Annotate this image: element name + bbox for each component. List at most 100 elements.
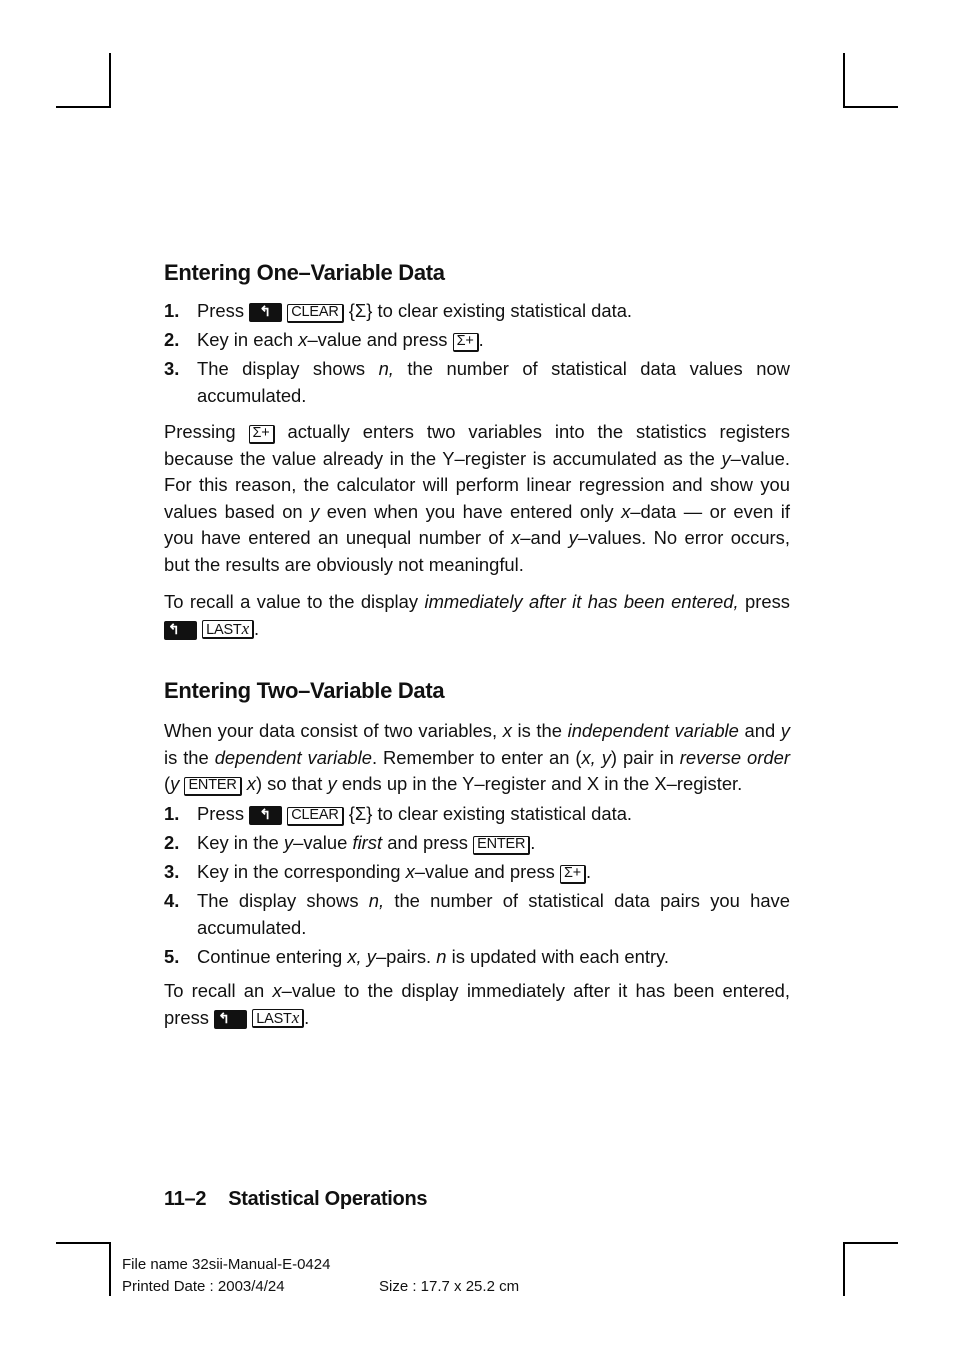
- text: –value to the display immediately after …: [281, 980, 791, 1001]
- one-variable-steps: 1. Press ↰ CLEAR {Σ} to clear existing s…: [164, 298, 790, 412]
- paragraph: To recall a value to the display immedia…: [164, 589, 790, 616]
- crop-mark-bottom-left-h: [56, 1242, 111, 1244]
- step-text: and press: [387, 832, 468, 854]
- step-text: Key in each: [197, 329, 294, 351]
- text: ends up in the Y–register and X in the X…: [341, 773, 743, 795]
- variable: n,: [368, 890, 385, 912]
- recall-note-two-variable: To recall an x–value to the display imme…: [164, 978, 790, 1031]
- step-text: Press: [197, 803, 245, 824]
- variable: x, y: [581, 746, 611, 768]
- emphasis: first: [352, 832, 383, 854]
- step-text: –value and press: [414, 861, 555, 883]
- step-text: {Σ} to clear existing statistical data.: [348, 300, 633, 321]
- clear-key: CLEAR: [287, 304, 344, 323]
- paragraph: To recall an x–value to the display imme…: [164, 978, 790, 1005]
- crop-mark-top-right-h: [843, 106, 898, 108]
- text: To recall an: [164, 980, 265, 1001]
- text: ) pair in: [610, 746, 674, 768]
- two-variable-steps: 1. Press ↰ CLEAR {Σ} to clear existing s…: [164, 801, 790, 973]
- step-5: 5. Continue entering x, y–pairs. n is up…: [164, 944, 790, 971]
- text: is the: [164, 746, 209, 768]
- enter-key: ENTER: [184, 777, 242, 797]
- variable: x: [502, 720, 512, 741]
- step-number: 2.: [164, 832, 180, 854]
- step-text: The display shows: [197, 358, 366, 380]
- step-line: The display shows n, the number of stati…: [197, 356, 790, 383]
- chapter-title: Statistical Operations: [228, 1188, 428, 1210]
- crop-mark-top-left-v: [109, 53, 111, 108]
- key-label: x: [241, 618, 250, 638]
- step-text: is updated with each entry.: [451, 945, 670, 967]
- step-text: Key in the: [197, 832, 279, 854]
- text: press: [164, 1006, 209, 1028]
- section-heading-two-variable: Entering Two–Variable Data: [164, 678, 445, 703]
- section-heading-one-variable: Entering One–Variable Data: [164, 260, 445, 285]
- text: . Remember to enter an (: [371, 746, 582, 768]
- sigma-plus-key: Σ+: [452, 333, 479, 353]
- crop-mark-top-right-v: [843, 53, 845, 108]
- printed-date: Printed Date : 2003/4/24: [122, 1278, 285, 1295]
- step-2: 2. Key in each x–value and press Σ+.: [164, 327, 790, 354]
- step-1: 1. Press ↰ CLEAR {Σ} to clear existing s…: [164, 298, 790, 325]
- step-number: 3.: [164, 861, 180, 883]
- variable: x: [272, 980, 282, 1001]
- step-3: 3. The display shows n, the number of st…: [164, 356, 790, 409]
- variable: y: [310, 500, 320, 522]
- shift-key-icon: ↰: [214, 1009, 248, 1029]
- variable: x: [511, 527, 521, 549]
- step-text: .: [586, 861, 592, 883]
- two-variable-intro: When your data consist of two variables,…: [164, 718, 790, 798]
- step-number: 1.: [164, 803, 180, 824]
- last-x-key: LASTx: [202, 618, 254, 639]
- variable: y: [568, 527, 578, 549]
- variable: x: [246, 773, 256, 795]
- variable: y: [170, 773, 180, 795]
- step-text: accumulated.: [197, 384, 307, 406]
- text: To recall a value to the display: [164, 591, 419, 612]
- variable: y: [721, 447, 731, 469]
- step-text: Press: [197, 300, 245, 321]
- text: .: [253, 617, 260, 639]
- variable: y: [283, 832, 294, 854]
- text: .: [304, 1006, 310, 1028]
- step-line: The display shows n, the number of stati…: [197, 888, 790, 915]
- text: and: [744, 720, 776, 741]
- emphasis: immediately after it has been entered,: [424, 591, 739, 612]
- variable: x: [621, 500, 631, 522]
- step-2: 2. Key in the y–value first and press EN…: [164, 830, 790, 857]
- crop-mark-bottom-right-v: [843, 1242, 845, 1296]
- clear-key: CLEAR: [287, 807, 344, 826]
- sigma-plus-key: Σ+: [559, 865, 587, 885]
- step-text: Key in the corresponding: [197, 861, 401, 883]
- variable: y: [780, 720, 790, 741]
- shift-key-icon: ↰: [249, 303, 283, 322]
- emphasis: reverse order: [679, 746, 790, 768]
- step-text: –pairs.: [375, 945, 432, 967]
- recall-note-one-variable: To recall a value to the display immedia…: [164, 589, 790, 642]
- last-x-key: LASTx: [252, 1008, 305, 1028]
- step-text: Continue entering: [197, 945, 343, 967]
- key-label: LAST: [256, 1010, 292, 1027]
- shift-key-icon: ↰: [164, 620, 197, 640]
- text: –and: [520, 527, 562, 549]
- step-text: –value: [293, 832, 348, 854]
- file-name: File name 32sii-Manual-E-0424: [122, 1256, 331, 1273]
- emphasis: independent variable: [567, 720, 739, 741]
- step-number: 2.: [164, 329, 180, 351]
- step-number: 5.: [164, 945, 180, 967]
- emphasis: dependent variable: [214, 746, 372, 768]
- step-number: 1.: [164, 300, 180, 321]
- step-3: 3. Key in the corresponding x–value and …: [164, 859, 790, 886]
- paragraph: Pressing Σ+ actually enters two variable…: [164, 419, 790, 579]
- page-footer: 11–2 Statistical Operations: [164, 1188, 428, 1211]
- text: ) so that: [255, 773, 323, 795]
- step-text: {Σ} to clear existing statistical data.: [348, 803, 633, 824]
- step-text: .: [478, 329, 484, 351]
- paragraph: ↰ LASTx.: [164, 616, 790, 643]
- paragraph: When your data consist of two variables,…: [164, 718, 790, 798]
- text: Pressing: [164, 421, 236, 442]
- shift-key-icon: ↰: [249, 806, 283, 825]
- sigma-plus-note: Pressing Σ+ actually enters two variable…: [164, 419, 790, 579]
- text: even when you have entered only: [326, 500, 614, 522]
- step-text: accumulated.: [197, 916, 307, 938]
